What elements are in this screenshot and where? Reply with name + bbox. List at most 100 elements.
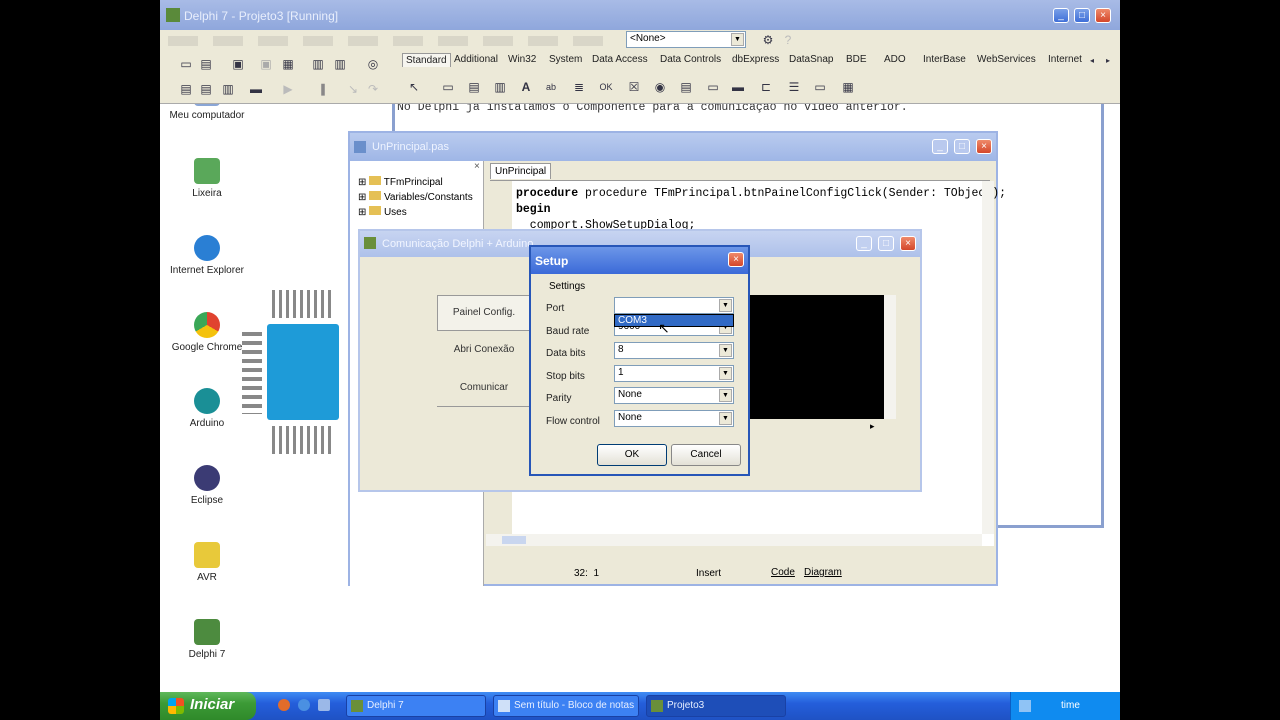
palette-tab-webservices[interactable]: WebServices	[977, 54, 1036, 65]
desktop-icon-delphi[interactable]: Delphi 7	[160, 619, 257, 660]
taskbar-item-notepad[interactable]: Sem título - Bloco de notas	[493, 695, 639, 717]
help-contents-icon[interactable]: ◎	[365, 57, 381, 71]
setup-close-button[interactable]: ×	[728, 252, 744, 267]
palette-tab-interbase[interactable]: InterBase	[923, 54, 966, 65]
flow-control-select[interactable]: None ▼	[614, 410, 734, 427]
tree-item[interactable]: ⊞ Variables/Constants	[358, 190, 473, 205]
port-select[interactable]: ▼	[614, 297, 734, 314]
taskbar-item-projeto3[interactable]: Projeto3	[646, 695, 786, 717]
memo-icon[interactable]: ≣	[571, 80, 587, 94]
palette-tab-datasnap[interactable]: DataSnap	[789, 54, 833, 65]
maximize-button[interactable]: □	[1074, 8, 1090, 23]
radiobutton-icon[interactable]: ◉	[652, 80, 668, 94]
network-icon[interactable]	[1019, 700, 1031, 712]
palette-tab-data-access[interactable]: Data Access	[592, 54, 648, 65]
form-maximize-button[interactable]: □	[878, 236, 894, 251]
listbox-icon[interactable]: ▤	[678, 80, 694, 94]
start-button[interactable]: Iniciar	[160, 692, 256, 720]
stop-bits-select[interactable]: 1 ▼	[614, 365, 734, 382]
desktop-icon-recycle-bin[interactable]: Lixeira	[160, 158, 257, 199]
trace-into-icon[interactable]: ↘	[345, 82, 361, 96]
actionlist-icon[interactable]: ▦	[840, 80, 856, 94]
panel-icon[interactable]: ▭	[812, 80, 828, 94]
port-dropdown-option[interactable]: COM3	[614, 314, 734, 327]
terminal-memo[interactable]	[750, 295, 884, 419]
checkbox-icon[interactable]: ☒	[626, 80, 642, 94]
palette-tab-system[interactable]: System	[549, 54, 582, 65]
icon-label: Meu computador	[169, 110, 245, 121]
palette-tab-standard[interactable]: Standard	[402, 53, 451, 67]
palette-tab-additional[interactable]: Additional	[454, 54, 498, 65]
chevron-right-icon[interactable]: ▸	[870, 421, 875, 432]
desktop-icon-eclipse[interactable]: Eclipse	[160, 465, 257, 506]
popupmenu-icon[interactable]: ▥	[492, 80, 508, 94]
tab-unprincipal[interactable]: UnPrincipal	[490, 163, 552, 179]
save-all-icon[interactable]: ▣	[258, 57, 274, 71]
tree-item[interactable]: ⊞ TFmPrincipal	[358, 175, 473, 190]
form-title: Comunicação Delphi + Arduino	[382, 238, 534, 250]
add-file-icon[interactable]: ▥	[310, 57, 326, 71]
open-project-icon[interactable]: ▦	[280, 57, 296, 71]
abrir-conexao-button[interactable]: Abri Conexão	[437, 344, 531, 355]
memo-vscroll[interactable]	[884, 295, 896, 419]
label-icon[interactable]: A	[518, 80, 534, 94]
form-close-button[interactable]: ×	[900, 236, 916, 251]
gear-icon[interactable]: ⚙	[760, 33, 776, 47]
unit-minimize-button[interactable]: _	[932, 139, 948, 154]
help-icon[interactable]: ?	[780, 33, 796, 47]
run-icon[interactable]: ▶	[280, 82, 296, 96]
frames-icon[interactable]: ▭	[440, 80, 456, 94]
comunicar-button[interactable]: Comunicar	[437, 382, 531, 393]
palette-tab-data-controls[interactable]: Data Controls	[660, 54, 721, 65]
view-form-icon[interactable]: ▤	[198, 82, 214, 96]
palette-tab-ado[interactable]: ADO	[884, 54, 906, 65]
chevron-left-icon[interactable]: ◂	[1084, 54, 1100, 68]
taskbar-item-delphi[interactable]: Delphi 7	[346, 695, 486, 717]
edit-icon[interactable]: ab	[543, 80, 559, 94]
tab-code[interactable]: Code	[771, 567, 795, 578]
unit-close-button[interactable]: ×	[976, 139, 992, 154]
open-icon[interactable]: ▤	[198, 57, 214, 71]
new-icon[interactable]: ▭	[178, 57, 194, 71]
parity-select[interactable]: None ▼	[614, 387, 734, 404]
explorer-close-icon[interactable]: ×	[474, 161, 480, 172]
pointer-icon[interactable]: ↖	[406, 80, 422, 94]
view-unit-icon[interactable]: ▤	[178, 82, 194, 96]
editor-vscroll[interactable]	[982, 181, 994, 534]
save-icon[interactable]: ▣	[230, 57, 246, 71]
radiogroup-icon[interactable]: ☰	[786, 80, 802, 94]
palette-tab-win32[interactable]: Win32	[508, 54, 536, 65]
toggle-form-icon[interactable]: ▥	[220, 82, 236, 96]
pause-icon[interactable]: ∥	[315, 82, 331, 96]
step-over-icon[interactable]: ↷	[365, 82, 381, 96]
component-combo[interactable]: <None> ▼	[626, 31, 746, 48]
firefox-quicklaunch-icon[interactable]	[278, 699, 290, 711]
desktop-icon-avr[interactable]: AVR	[160, 542, 257, 583]
ok-button[interactable]: OK	[597, 444, 667, 466]
scrollbar-icon[interactable]: ▬	[730, 80, 746, 94]
minimize-button[interactable]: _	[1053, 8, 1069, 23]
tab-diagram[interactable]: Diagram	[804, 567, 842, 578]
groupbox-icon[interactable]: ⊏	[758, 80, 774, 94]
cancel-button[interactable]: Cancel	[671, 444, 741, 466]
combobox-icon[interactable]: ▭	[705, 80, 721, 94]
palette-tab-dbexpress[interactable]: dbExpress	[732, 54, 779, 65]
palette-tab-bde[interactable]: BDE	[846, 54, 867, 65]
desktop-quicklaunch-icon[interactable]	[318, 699, 330, 711]
unit-maximize-button[interactable]: □	[954, 139, 970, 154]
button-icon[interactable]: OK	[598, 80, 614, 94]
ie-quicklaunch-icon[interactable]	[298, 699, 310, 711]
editor-hscroll[interactable]	[486, 534, 982, 546]
remove-file-icon[interactable]: ▥	[332, 57, 348, 71]
new-form-icon[interactable]: ▬	[248, 82, 264, 96]
painel-config-button[interactable]: Painel Config.	[437, 295, 531, 331]
tree-item[interactable]: ⊞ Uses	[358, 205, 473, 220]
menu-bar[interactable]	[168, 36, 608, 46]
mainmenu-icon[interactable]: ▤	[466, 80, 482, 94]
form-minimize-button[interactable]: _	[856, 236, 872, 251]
data-bits-select[interactable]: 8 ▼	[614, 342, 734, 359]
chevron-right-icon[interactable]: ▸	[1100, 54, 1116, 68]
desktop-icon-ie[interactable]: Internet Explorer	[160, 235, 257, 276]
close-button[interactable]: ×	[1095, 8, 1111, 23]
scroll-thumb[interactable]	[502, 536, 526, 544]
